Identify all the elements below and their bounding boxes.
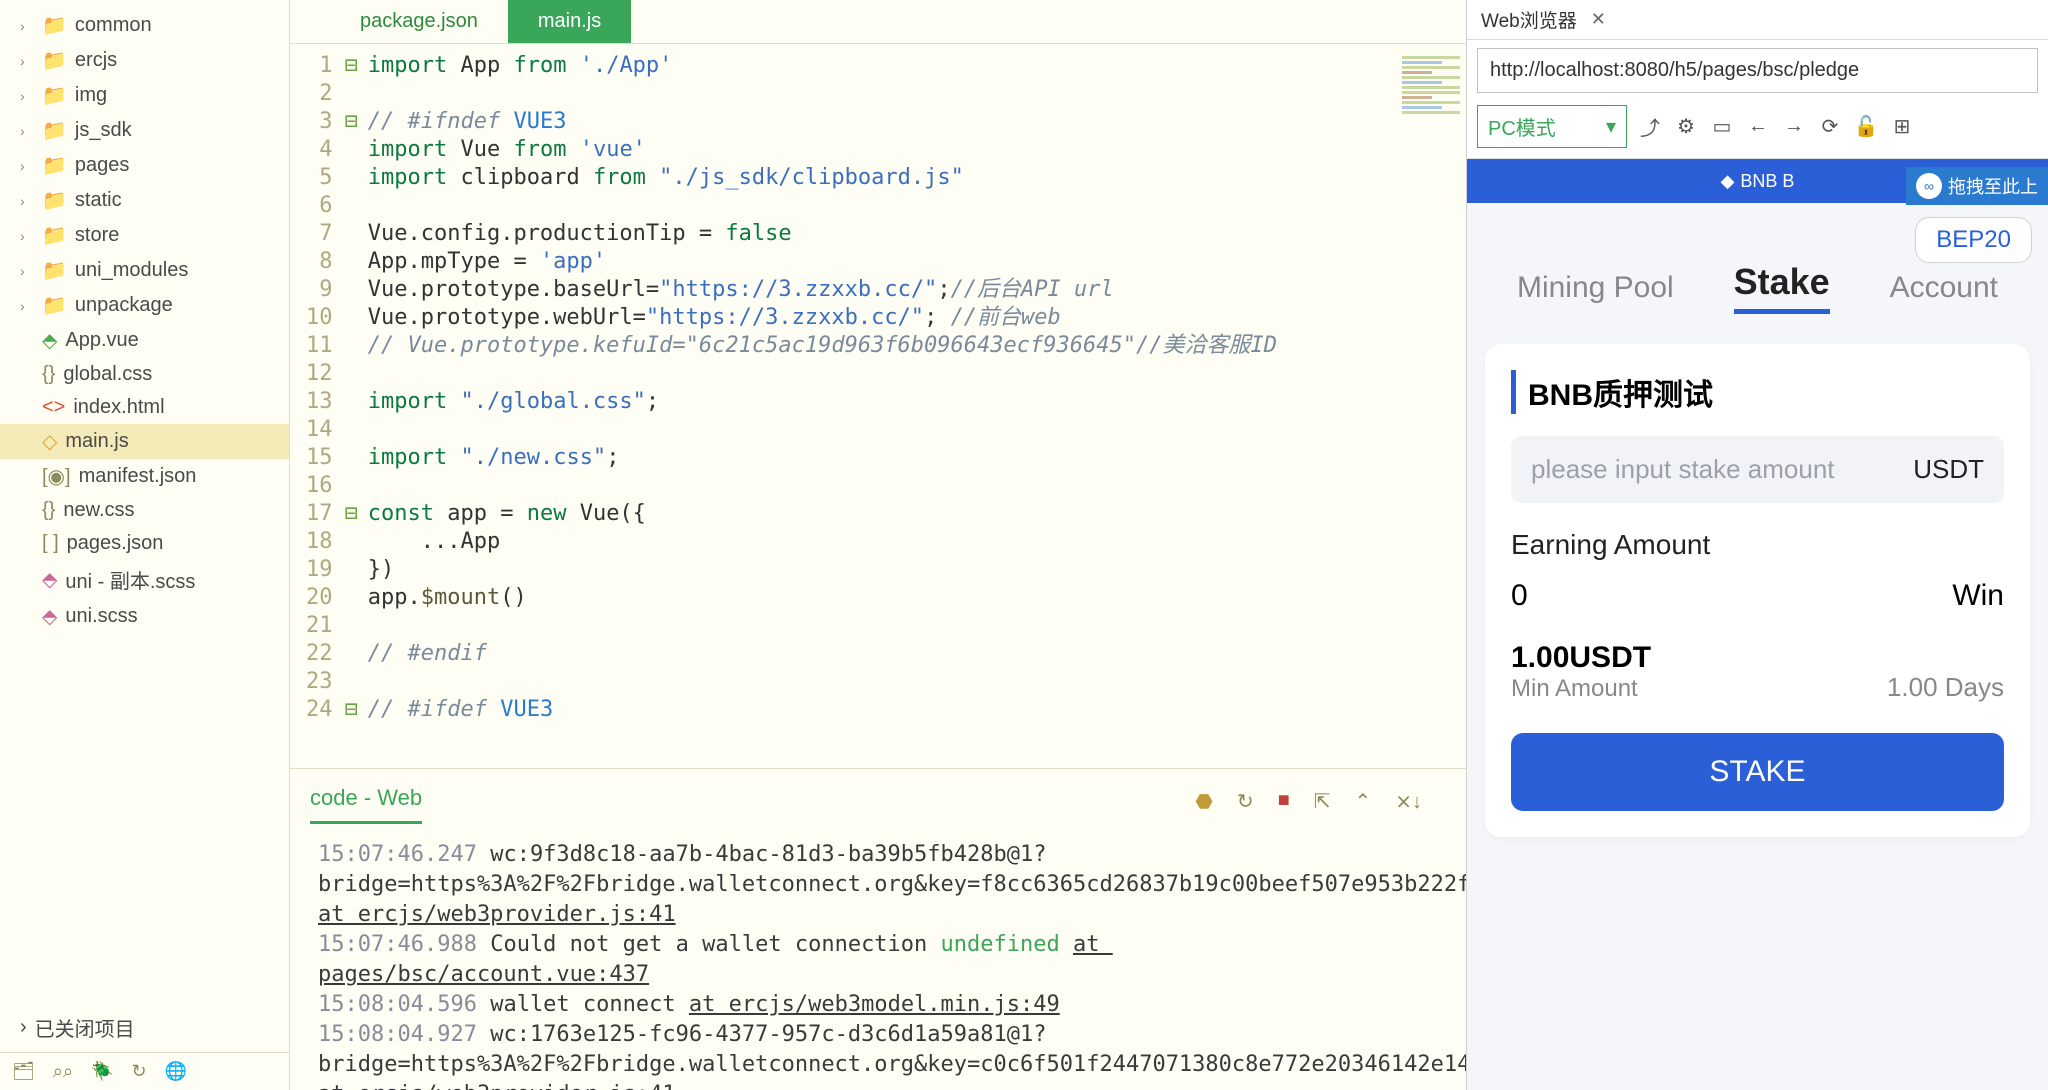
- tree-folder-unpackage[interactable]: ›📁unpackage: [0, 288, 289, 323]
- grid-icon[interactable]: ⊞: [1889, 114, 1915, 139]
- tree-file-app-vue[interactable]: ⬘App.vue: [0, 323, 289, 358]
- tree-folder-uni-modules[interactable]: ›📁uni_modules: [0, 253, 289, 288]
- sync-icon[interactable]: ↻: [131, 1061, 146, 1082]
- tree-folder-js-sdk[interactable]: ›📁js_sdk: [0, 113, 289, 148]
- stop-icon[interactable]: ■: [1278, 789, 1290, 814]
- earning-label: Earning Amount: [1511, 529, 2004, 561]
- sidebar-toolbar: 🗂 ⌕⌕ 🪲 ↻ 🌐: [0, 1052, 289, 1090]
- close-icon[interactable]: ✕: [1591, 9, 1606, 30]
- search-icon[interactable]: ⌕⌕: [53, 1061, 73, 1082]
- tree-folder-common[interactable]: ›📁common: [0, 8, 289, 43]
- web-browser-panel: Web浏览器 ✕ http://localhost:8080/h5/pages/…: [1466, 0, 2048, 1090]
- stake-button[interactable]: STAKE: [1511, 733, 2004, 811]
- chevron-down-icon: ▾: [1606, 114, 1616, 139]
- reload-icon[interactable]: ⟳: [1817, 114, 1843, 139]
- tree-folder-img[interactable]: ›📁img: [0, 78, 289, 113]
- tree-file-global-css[interactable]: {}global.css: [0, 358, 289, 391]
- tab-package-json[interactable]: package.json: [330, 0, 508, 43]
- tab-stake[interactable]: Stake: [1734, 261, 1830, 314]
- url-bar[interactable]: http://localhost:8080/h5/pages/bsc/pledg…: [1477, 48, 2038, 93]
- tree-file-manifest-json[interactable]: [◉]manifest.json: [0, 459, 289, 494]
- open-external-icon[interactable]: ⤴: [1637, 112, 1663, 141]
- stake-card: BNB质押测试 please input stake amount USDT E…: [1485, 344, 2030, 837]
- export-icon[interactable]: ⇱: [1314, 789, 1331, 814]
- tree-file-pages-json[interactable]: [ ]pages.json: [0, 527, 289, 560]
- preview-viewport: ◆BNB B ∞拖拽至此上 BEP20 Mining Pool Stake Ac…: [1467, 159, 2048, 1090]
- console-output[interactable]: 15:07:46.247 wc:9f3d8c18-aa7b-4bac-81d3-…: [290, 824, 1466, 1090]
- directory-icon[interactable]: 🗂: [12, 1061, 35, 1082]
- editor-tabs: package.json main.js: [290, 0, 1466, 44]
- drag-badge[interactable]: ∞拖拽至此上: [1906, 167, 2048, 205]
- tab-main-js[interactable]: main.js: [508, 0, 631, 43]
- card-title: BNB质押测试: [1511, 370, 2004, 414]
- tree-file-new-css[interactable]: {}new.css: [0, 494, 289, 527]
- devtools-icon[interactable]: ▭: [1709, 114, 1735, 139]
- collapse-up-icon[interactable]: ⌃: [1354, 789, 1371, 814]
- file-explorer: ›📁common ›📁ercjs ›📁img ›📁js_sdk ›📁pages …: [0, 0, 290, 1090]
- tab-mining-pool[interactable]: Mining Pool: [1517, 271, 1674, 305]
- forward-icon[interactable]: →: [1781, 115, 1807, 138]
- code-editor[interactable]: 123456789101112131415161718192021222324 …: [290, 44, 1466, 768]
- console-tab[interactable]: code - Web: [310, 779, 422, 824]
- bep20-badge: BEP20: [1915, 217, 2032, 263]
- tree-file-uni-copy-scss[interactable]: ⬘uni - 副本.scss: [0, 560, 289, 599]
- minimap[interactable]: [1396, 44, 1466, 768]
- tab-account[interactable]: Account: [1890, 271, 1998, 305]
- stake-amount-input[interactable]: please input stake amount USDT: [1511, 436, 2004, 503]
- bug-icon[interactable]: ⬣: [1195, 789, 1212, 814]
- tree-folder-ercjs[interactable]: ›📁ercjs: [0, 43, 289, 78]
- tree-file-uni-scss[interactable]: ⬘uni.scss: [0, 599, 289, 634]
- tree-folder-pages[interactable]: ›📁pages: [0, 148, 289, 183]
- line-gutter: 123456789101112131415161718192021222324: [290, 44, 341, 768]
- earning-value: 0: [1511, 579, 1528, 613]
- restart-icon[interactable]: ↻: [1237, 789, 1254, 814]
- tree-folder-static[interactable]: ›📁static: [0, 183, 289, 218]
- tree-folder-store[interactable]: ›📁store: [0, 218, 289, 253]
- back-icon[interactable]: ←: [1745, 115, 1771, 138]
- browser-tab[interactable]: Web浏览器 ✕: [1467, 0, 2048, 40]
- tree-file-index-html[interactable]: <>index.html: [0, 391, 289, 424]
- close-panel-icon[interactable]: ⨯↓: [1395, 789, 1422, 814]
- console-panel: code - Web ⬣ ↻ ■ ⇱ ⌃ ⨯↓ 15:07:46.247 wc:…: [290, 768, 1466, 1090]
- settings-icon[interactable]: ⚙: [1673, 114, 1699, 139]
- cloud-icon: ∞: [1916, 173, 1942, 199]
- file-tree: ›📁common ›📁ercjs ›📁img ›📁js_sdk ›📁pages …: [0, 0, 289, 1003]
- lock-icon[interactable]: 🔓: [1853, 114, 1879, 139]
- min-amount-value: 1.00USDT: [1511, 641, 1651, 675]
- tree-file-main-js[interactable]: ◇main.js: [0, 424, 289, 459]
- min-amount-label: Min Amount: [1511, 675, 1651, 703]
- globe-icon[interactable]: 🌐: [165, 1061, 187, 1082]
- mode-select[interactable]: PC模式▾: [1477, 105, 1627, 148]
- debug-icon[interactable]: 🪲: [91, 1061, 113, 1082]
- code-content[interactable]: import App from './App' // #ifndef VUE3 …: [362, 44, 1396, 768]
- fold-gutter: ⊟ ⊟ ⊟ ⊟: [341, 44, 362, 768]
- days-value: 1.00 Days: [1887, 672, 2004, 703]
- earning-unit: Win: [1952, 579, 2004, 613]
- closed-projects[interactable]: ›已关闭项目: [0, 1003, 289, 1052]
